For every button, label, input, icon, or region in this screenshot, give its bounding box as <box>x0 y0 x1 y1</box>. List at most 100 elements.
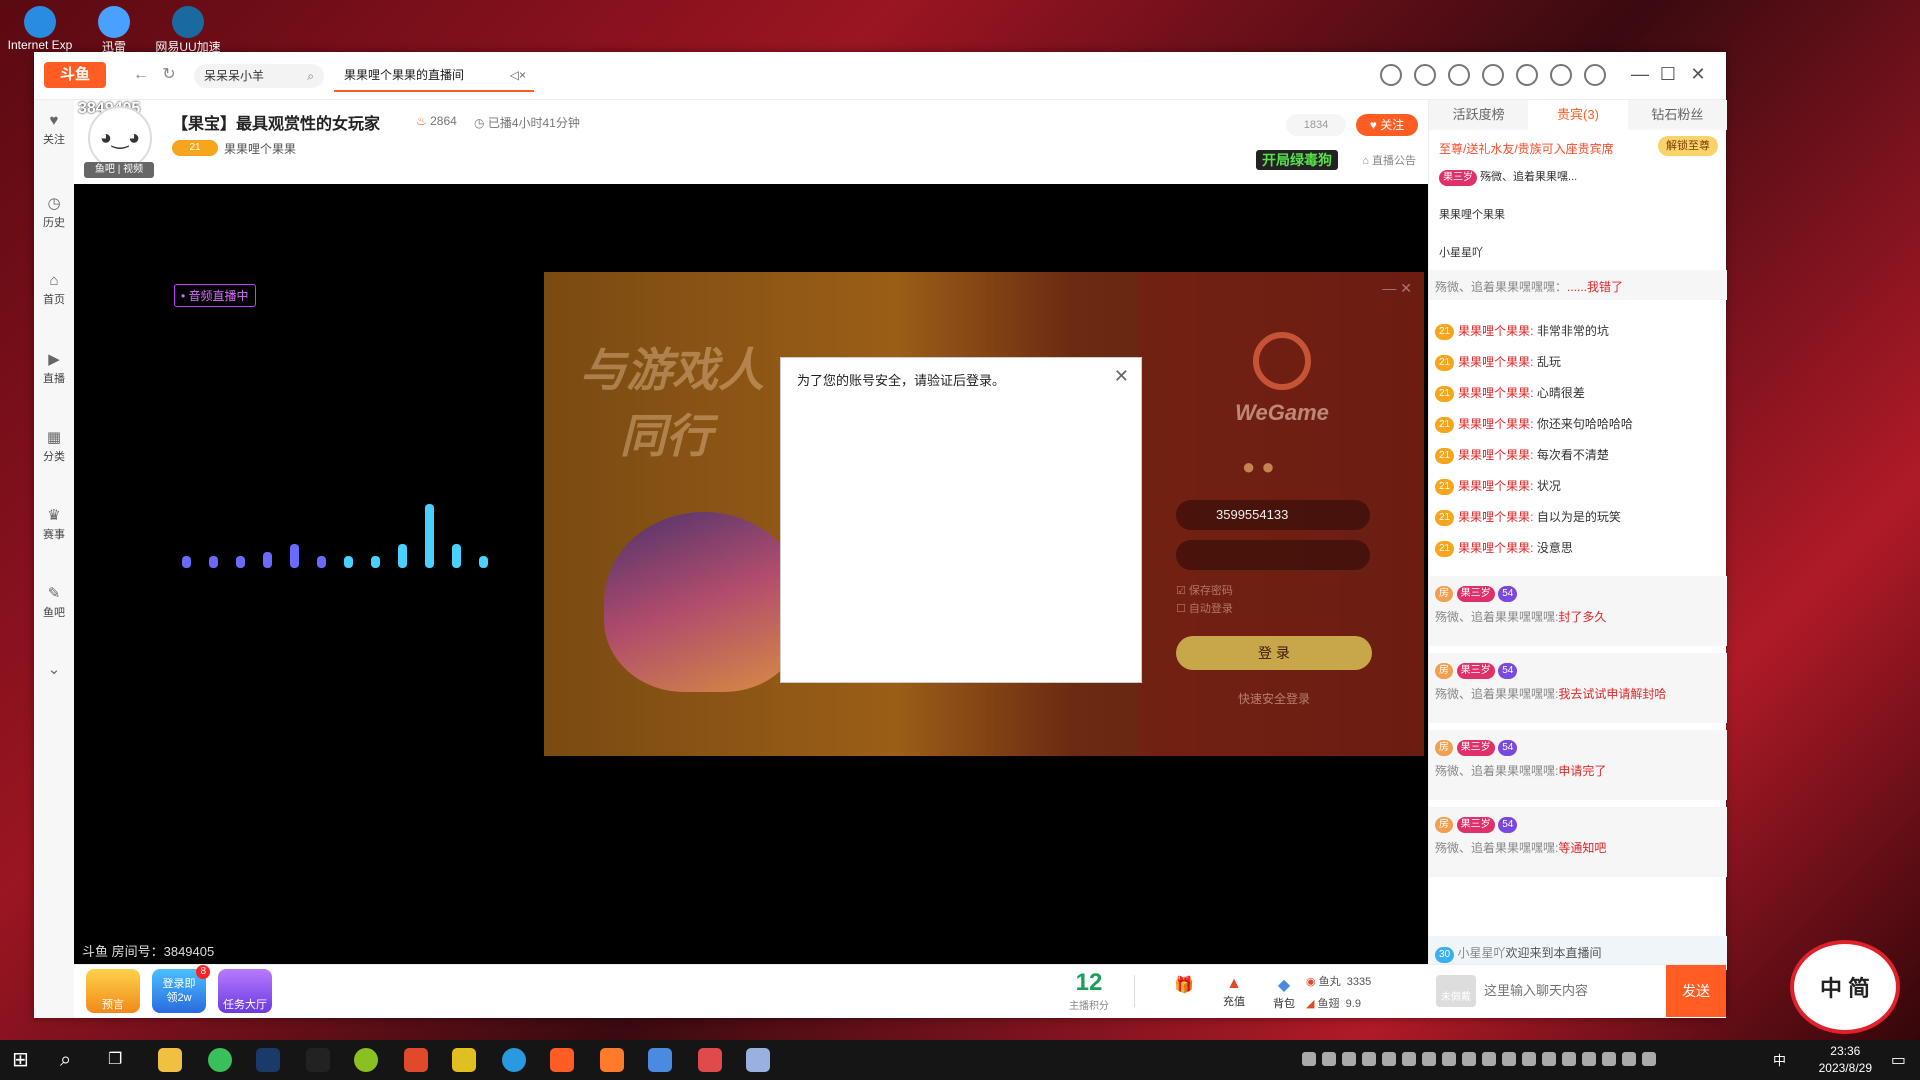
wegame-close-icon[interactable]: — ✕ <box>1382 280 1412 297</box>
unlock-supreme-button[interactable]: 解锁至尊 <box>1658 136 1718 156</box>
file-explorer-icon[interactable] <box>158 1048 182 1072</box>
tray-icon[interactable] <box>1542 1052 1556 1066</box>
nav-more[interactable]: ⌄ <box>34 660 74 680</box>
tray-icon[interactable] <box>1402 1052 1416 1066</box>
windows-start-icon[interactable]: ⊞ <box>12 1048 36 1072</box>
search-icon[interactable]: ⌕ <box>60 1048 84 1072</box>
chat-username[interactable]: 殇微、追着果果嘿嘿嘿: <box>1435 687 1558 701</box>
tray-icon[interactable] <box>1322 1052 1336 1066</box>
shirt-icon[interactable] <box>1482 64 1504 86</box>
refresh-button[interactable]: ↻ <box>158 64 180 86</box>
recharge-button[interactable]: ▲ 充值 <box>1214 975 1254 1009</box>
tab-diamond-fans[interactable]: 钻石粉丝 <box>1628 100 1727 130</box>
tray-icon[interactable] <box>1462 1052 1476 1066</box>
chat-username[interactable]: 果果哩个果果: <box>1458 448 1533 462</box>
tray-icon[interactable] <box>1342 1052 1356 1066</box>
back-button[interactable]: ← <box>130 64 152 86</box>
app-icon[interactable] <box>600 1048 624 1072</box>
tray-icon[interactable] <box>1602 1052 1616 1066</box>
douyu-icon[interactable] <box>550 1048 574 1072</box>
search-icon[interactable]: ⌕ <box>307 64 314 88</box>
favorite-icon[interactable] <box>1414 64 1436 86</box>
wegame-password-field[interactable] <box>1176 540 1370 570</box>
nav-category[interactable]: ▦ 分类 <box>34 428 74 464</box>
video-player[interactable]: • 音频直播中 与游戏人 同行 — ✕ WeGame ● ● 359955413… <box>74 184 1428 964</box>
chat-username[interactable]: 殇微、追着果果嘿嘿嘿: <box>1435 610 1558 624</box>
calendar-icon[interactable] <box>1448 64 1470 86</box>
send-button[interactable]: 发送 <box>1666 965 1726 1017</box>
chat-username[interactable]: 果果哩个果果: <box>1458 355 1533 369</box>
wegame-account-field[interactable]: 3599554133 <box>1176 500 1370 530</box>
task-hall-button[interactable]: 任务大厅 <box>218 969 272 1013</box>
qq-icon[interactable] <box>306 1048 330 1072</box>
nav-home[interactable]: ⌂ 首页 <box>34 272 74 307</box>
tray-icon[interactable] <box>1362 1052 1376 1066</box>
avatar[interactable]: ◕‿◕ <box>88 106 152 170</box>
history-icon[interactable] <box>1380 64 1402 86</box>
login-gift-button[interactable]: 登录即 领2w 8 <box>152 965 210 1013</box>
quick-login-link[interactable]: 快速安全登录 <box>1176 690 1372 707</box>
app-icon[interactable] <box>354 1048 378 1072</box>
tab-activity-rank[interactable]: 活跃度榜 <box>1429 100 1528 130</box>
nav-events[interactable]: ♛ 赛事 <box>34 506 74 542</box>
maximize-button[interactable]: ☐ <box>1656 64 1680 85</box>
gift-button[interactable]: 🎁 <box>1164 975 1204 995</box>
tray-icon[interactable] <box>1442 1052 1456 1066</box>
minimize-button[interactable]: — <box>1628 64 1652 85</box>
tray-icon[interactable] <box>1622 1052 1636 1066</box>
chat-username[interactable]: 果果哩个果果: <box>1458 541 1533 555</box>
app-icon[interactable] <box>452 1048 476 1072</box>
avatar-tag[interactable]: 鱼吧 | 视频 <box>84 162 154 178</box>
vip-seat[interactable]: 小星星吖 <box>1439 244 1483 260</box>
tray-icon[interactable] <box>1422 1052 1436 1066</box>
search-input[interactable]: 呆呆呆小羊 ⌕ <box>194 64 324 88</box>
follow-button[interactable]: ♥ 关注 <box>1356 114 1418 136</box>
clock[interactable]: 23:36 2023/8/29 <box>1819 1043 1872 1077</box>
not-worn-badge[interactable]: 未佩戴 <box>1436 975 1476 1007</box>
nav-fish-bar[interactable]: ✎ 鱼吧 <box>34 584 74 620</box>
tray-icon[interactable] <box>1382 1052 1396 1066</box>
notification-icon[interactable]: ▭ <box>1891 1050 1906 1070</box>
desktop-icon-xunlei[interactable]: 迅雷 <box>74 6 154 55</box>
chat-username[interactable]: 果果哩个果果: <box>1458 417 1533 431</box>
desktop-icon-uu[interactable]: 网易UU加速 <box>148 6 228 55</box>
tray-icon[interactable] <box>1502 1052 1516 1066</box>
dialog-close-icon[interactable]: ✕ <box>1114 366 1129 387</box>
chat-input[interactable] <box>1484 975 1644 1005</box>
chat-username[interactable]: 殇微、追着果果嘿嘿嘿: <box>1435 764 1558 778</box>
settings-icon[interactable] <box>1550 64 1572 86</box>
user-avatar-icon[interactable] <box>1584 64 1606 86</box>
tray-icon[interactable] <box>1482 1052 1496 1066</box>
tray-icon[interactable] <box>1562 1052 1576 1066</box>
app-icon[interactable] <box>746 1048 770 1072</box>
app-icon[interactable] <box>698 1048 722 1072</box>
tab-live-room[interactable]: 果果哩个果果的直播间 ◁× <box>334 60 534 92</box>
chat-username[interactable]: 果果哩个果果: <box>1458 510 1533 524</box>
tray-icon[interactable] <box>1642 1052 1656 1066</box>
host-name[interactable]: 果果哩个果果 <box>224 140 296 157</box>
ime-indicator[interactable]: 中 <box>1773 1050 1786 1069</box>
wegame-login-button[interactable]: 登 录 <box>1176 636 1372 670</box>
chat-username[interactable]: 果果哩个果果: <box>1458 386 1533 400</box>
close-button[interactable]: ✕ <box>1686 64 1710 85</box>
tab-vip[interactable]: 贵宾(3) <box>1528 100 1628 130</box>
wegame-icon[interactable] <box>404 1048 428 1072</box>
message-icon[interactable] <box>1516 64 1538 86</box>
noble-tip[interactable]: 至尊/送礼水友/贵族可入座贵宾席 <box>1439 140 1614 157</box>
green-dog-badge[interactable]: 开局绿毒狗 <box>1256 150 1338 170</box>
steam-icon[interactable] <box>256 1048 280 1072</box>
chat-username[interactable]: 殇微、追着果果嘿嘿嘿: <box>1435 841 1558 855</box>
qq-wechat-icons[interactable]: ● ● <box>1242 454 1275 480</box>
backpack-button[interactable]: ◆ 背包 <box>1264 975 1304 1011</box>
uu-icon[interactable] <box>502 1048 526 1072</box>
chat-username[interactable]: 果果哩个果果: <box>1458 479 1533 493</box>
auto-login-checkbox[interactable]: ☐ 自动登录 <box>1176 600 1233 616</box>
ime-mascot[interactable]: 中 简 <box>1790 940 1900 1034</box>
nav-live[interactable]: ▶ 直播 <box>34 350 74 386</box>
nav-history[interactable]: ◷ 历史 <box>34 194 74 230</box>
vip-seat[interactable]: 果果哩个果果 <box>1439 206 1505 222</box>
app-icon[interactable] <box>648 1048 672 1072</box>
tray-icon[interactable] <box>1302 1052 1316 1066</box>
tab-close-icon[interactable]: ◁× <box>510 60 526 90</box>
chat-username[interactable]: 果果哩个果果: <box>1458 324 1533 338</box>
